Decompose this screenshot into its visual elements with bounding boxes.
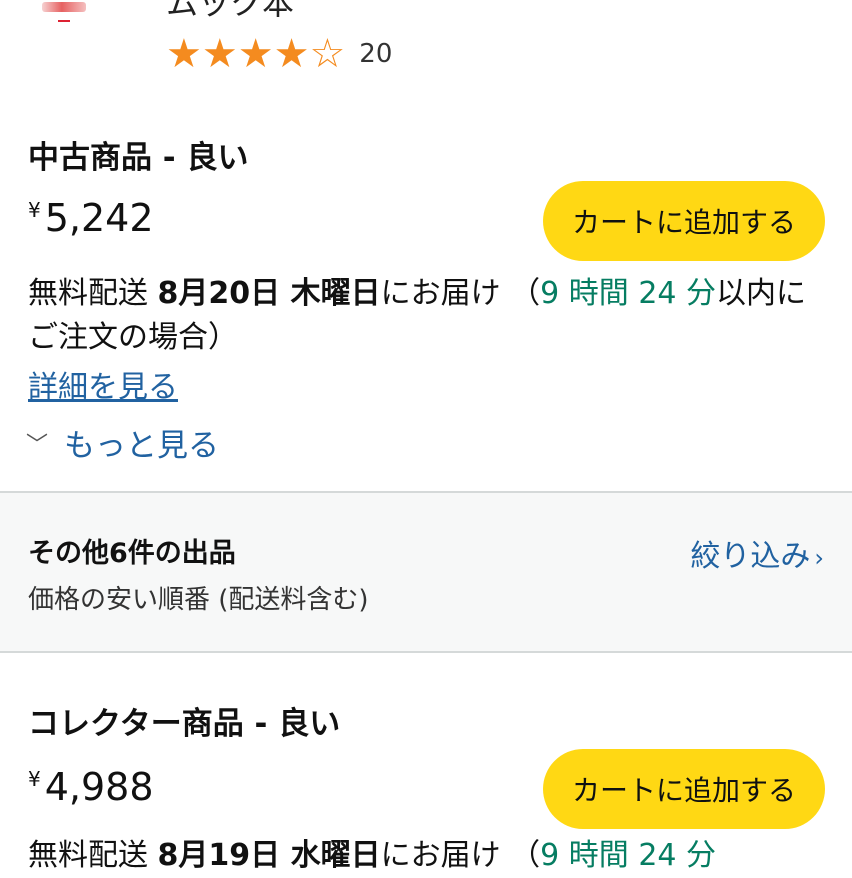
price-value: 4,988 — [44, 765, 154, 809]
add-to-cart-button[interactable]: カートに追加する — [543, 181, 825, 261]
star-filled-icon: ★ — [166, 31, 202, 77]
product-format: ムック本 — [166, 0, 295, 22]
show-more-toggle[interactable]: ﹀ もっと見る — [26, 420, 219, 465]
delivery-date: 8月19日 水曜日 — [157, 838, 381, 873]
show-more-label: もっと見る — [64, 428, 220, 464]
offer-condition: コレクター商品 - 良い — [28, 706, 341, 742]
delivery-suffix: にお届け （ — [380, 276, 541, 311]
offer-price: ¥5,242 — [28, 196, 154, 240]
rating[interactable]: ★ ★ ★ ★ ☆ 20 — [166, 34, 392, 74]
product-thumbnail[interactable] — [38, 0, 88, 26]
offer-condition: 中古商品 - 良い — [28, 140, 249, 176]
delivery-prefix: 無料配送 — [28, 276, 158, 311]
star-filled-icon: ★ — [237, 31, 274, 77]
other-sellers-panel[interactable]: その他6件の出品 価格の安い順番 (配送料含む) 絞り込み › — [0, 491, 852, 653]
delivery-info: 無料配送 8月19日 水曜日にお届け （9 時間 24 分 — [28, 834, 808, 878]
product-image — [42, 2, 86, 12]
filter-link[interactable]: 絞り込み › — [690, 531, 824, 575]
offer-price: ¥4,988 — [28, 765, 154, 809]
delivery-date: 8月20日 木曜日 — [157, 276, 381, 311]
details-link[interactable]: 詳細を見る — [28, 362, 178, 406]
star-filled-icon: ★ — [273, 31, 310, 77]
add-to-cart-button[interactable]: カートに追加する — [543, 749, 825, 829]
order-countdown: 9 時間 24 分 — [540, 276, 717, 311]
sort-order-label: 価格の安い順番 (配送料含む) — [28, 585, 369, 615]
delivery-info: 無料配送 8月20日 木曜日にお届け （9 時間 24 分以内にご注文の場合） — [28, 272, 808, 360]
rating-count[interactable]: 20 — [359, 39, 392, 69]
filter-label: 絞り込み — [690, 539, 811, 574]
price-value: 5,242 — [44, 196, 154, 240]
chevron-down-icon: ﹀ — [26, 432, 49, 458]
star-empty-icon: ☆ — [309, 31, 346, 77]
star-filled-icon: ★ — [201, 31, 238, 77]
other-sellers-title: その他6件の出品 — [28, 538, 236, 569]
order-countdown: 9 時間 24 分 — [540, 838, 717, 873]
currency-symbol: ¥ — [28, 767, 41, 791]
delivery-suffix: にお届け （ — [380, 838, 541, 873]
chevron-right-icon: › — [814, 544, 824, 572]
delivery-prefix: 無料配送 — [28, 838, 158, 873]
currency-symbol: ¥ — [28, 198, 41, 222]
image-indicator — [58, 20, 70, 22]
